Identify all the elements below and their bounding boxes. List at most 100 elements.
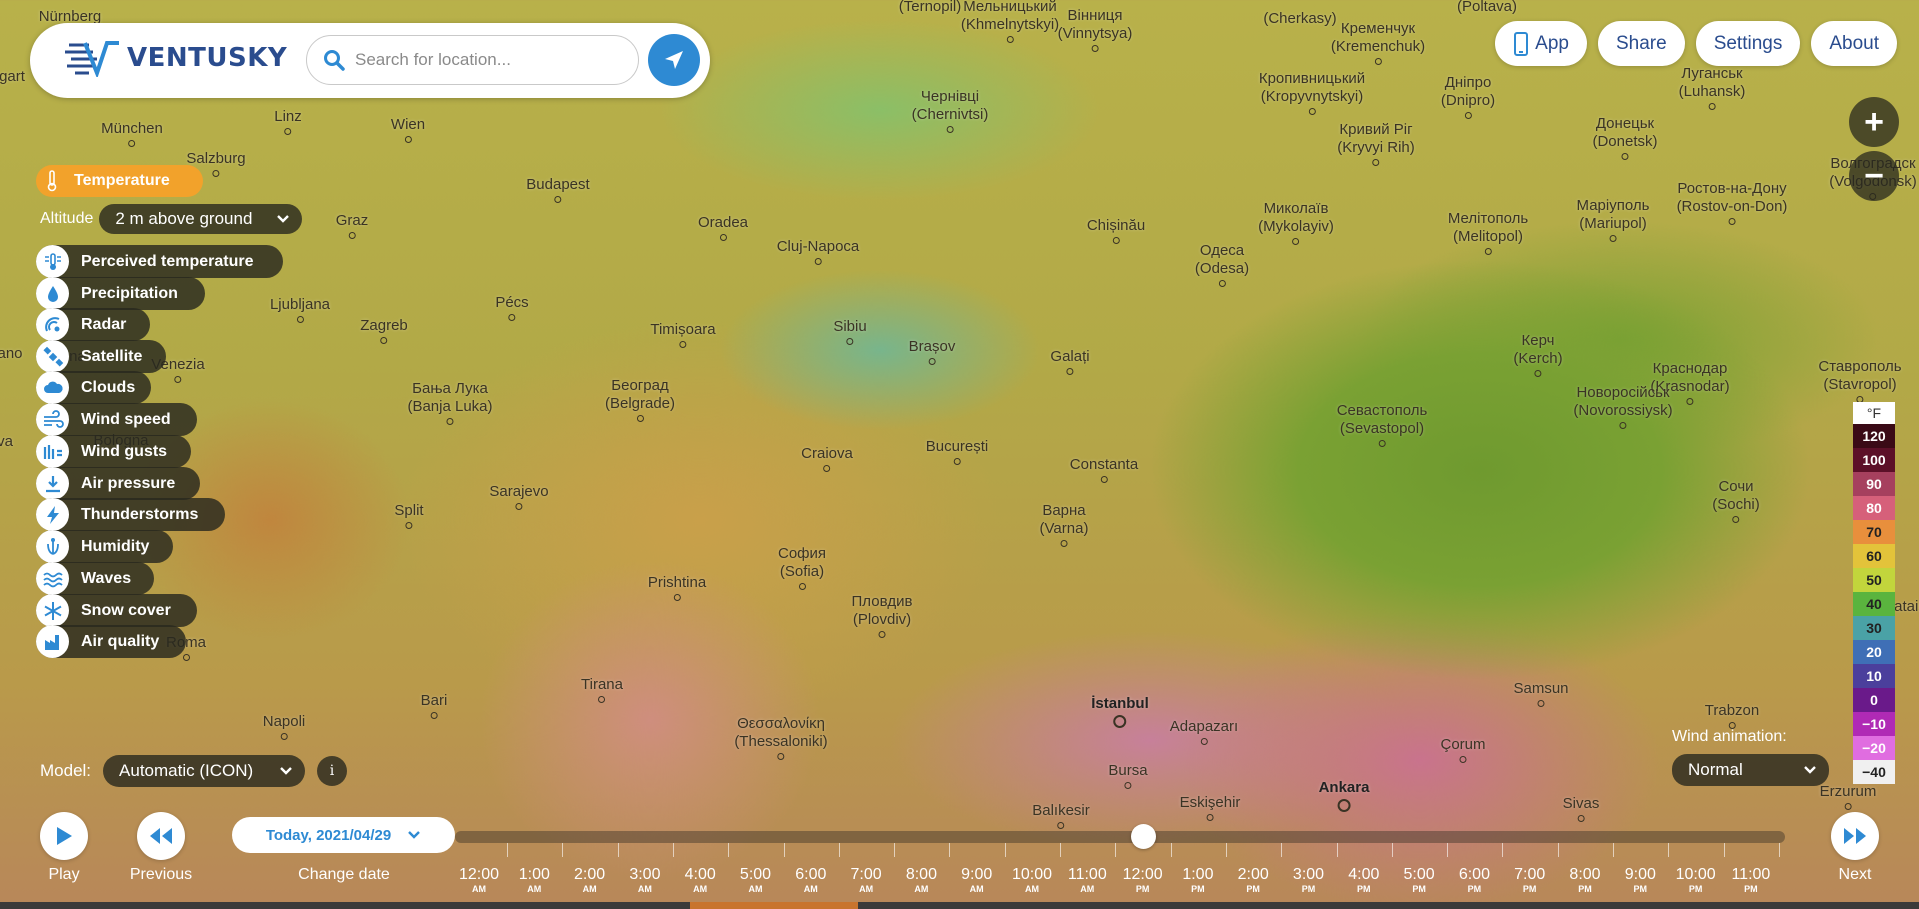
timeline-hour[interactable]: 9:00 AM	[961, 866, 992, 894]
layer-radar[interactable]: Radar	[36, 308, 150, 341]
city-label: Adapazarı	[1170, 718, 1238, 745]
city-dot-icon	[1308, 108, 1316, 115]
timeline-hour[interactable]: 11:00 PM	[1731, 866, 1770, 894]
city-dot-icon	[1100, 476, 1108, 483]
layer-snow-cover[interactable]: Snow cover	[36, 594, 197, 627]
city-name: gart	[0, 68, 25, 85]
settings-button[interactable]: Settings	[1695, 21, 1801, 66]
city-label: Tirana	[581, 676, 623, 703]
zoom-out-button[interactable]: −	[1849, 151, 1899, 201]
city-label: gart	[0, 68, 25, 86]
layer-label: Radar	[81, 315, 127, 333]
city-name: Craiova	[801, 445, 853, 462]
timeline-tick	[1557, 843, 1559, 857]
logo[interactable]: VENTUSKY	[63, 39, 287, 77]
app-button[interactable]: App	[1495, 21, 1587, 66]
previous-button[interactable]	[137, 812, 185, 860]
city-dot-icon	[380, 337, 388, 344]
hour-ampm: PM	[1688, 884, 1703, 894]
city-label: Варна (Varna)	[1039, 502, 1089, 547]
temperature-legend[interactable]: °F 120 100 90 80 70 60 50 40 30 20 10 0 −10 −20 −40	[1853, 402, 1895, 784]
timeline-hour[interactable]: 12:00 PM	[1123, 866, 1163, 894]
timeline-tick	[1170, 843, 1172, 857]
timeline-hour[interactable]: 11:00 AM	[1068, 866, 1107, 894]
timeline-hour[interactable]: 3:00 PM	[1293, 866, 1324, 894]
timeline-hour[interactable]: 7:00 PM	[1514, 866, 1545, 894]
share-button[interactable]: Share	[1597, 21, 1685, 66]
search-box[interactable]	[306, 35, 639, 85]
timeline-hour[interactable]: 1:00 PM	[1182, 866, 1213, 894]
timeline-hour[interactable]: 6:00 AM	[795, 866, 826, 894]
layer-perceived-temperature[interactable]: Perceived temperature	[36, 245, 283, 278]
altitude-select[interactable]: 2 m above ground	[99, 204, 303, 234]
city-dot-icon	[814, 258, 822, 265]
timeline-hour[interactable]: 7:00 AM	[851, 866, 882, 894]
city-dot-icon	[679, 341, 687, 348]
layer-satellite[interactable]: Satellite	[36, 340, 166, 373]
timeline-track[interactable]	[455, 831, 1785, 843]
city-dot-icon	[1609, 235, 1617, 242]
city-dot-icon	[1218, 280, 1226, 287]
city-label: Prishtina	[648, 574, 706, 601]
timeline-thumb[interactable]	[1130, 824, 1156, 849]
city-name: Galați	[1050, 348, 1090, 365]
city-dot-icon	[1200, 738, 1208, 745]
search-input[interactable]	[355, 50, 625, 70]
legend-step: −10	[1853, 712, 1895, 736]
layer-humidity[interactable]: Humidity	[36, 530, 173, 563]
city-name: Београд (Belgrade)	[604, 377, 676, 412]
city-name: Sibiu	[833, 318, 867, 335]
timeline-hour[interactable]: 6:00 PM	[1459, 866, 1490, 894]
timeline-hour[interactable]: 1:00 AM	[519, 866, 550, 894]
layer-clouds[interactable]: Clouds	[36, 371, 151, 404]
timeline-hour[interactable]: 5:00 AM	[740, 866, 771, 894]
city-name: Варна (Varna)	[1039, 502, 1089, 537]
layer-waves[interactable]: Waves	[36, 562, 154, 595]
model-info-button[interactable]: i	[317, 756, 348, 786]
rewind-icon	[150, 828, 172, 844]
timeline-hour[interactable]: 4:00 PM	[1348, 866, 1379, 894]
city-label: Пловдив (Plovdiv)	[852, 593, 912, 638]
zoom-in-button[interactable]: +	[1849, 97, 1899, 147]
city-dot-icon	[928, 358, 936, 365]
hour-time: 7:00	[850, 866, 882, 883]
timeline-hour[interactable]: 5:00 PM	[1404, 866, 1435, 894]
timeline-hour[interactable]: 4:00 AM	[685, 866, 716, 894]
timeline-hour[interactable]: 2:00 PM	[1238, 866, 1269, 894]
next-button[interactable]	[1831, 812, 1879, 860]
layer-wind-speed[interactable]: Wind speed	[36, 403, 197, 436]
timeline-hour[interactable]: 12:00 AM	[459, 866, 499, 894]
timeline-hour[interactable]: 3:00 AM	[629, 866, 660, 894]
layer-temperature[interactable]: Temperature	[36, 165, 203, 197]
layer-wind-gusts[interactable]: Wind gusts	[36, 435, 191, 468]
model-select[interactable]: Automatic (ICON)	[103, 755, 306, 787]
city-name: Erzurum	[1819, 783, 1877, 800]
layer-air-pressure[interactable]: Air pressure	[36, 467, 200, 500]
timeline-hour[interactable]: 2:00 AM	[574, 866, 605, 894]
date-select[interactable]: Today, 2021/04/29	[232, 817, 455, 853]
timeline-hour[interactable]: 8:00 PM	[1569, 866, 1600, 894]
city-dot-icon	[846, 338, 854, 345]
timeline-hour[interactable]: 8:00 AM	[906, 866, 937, 894]
search-icon	[324, 50, 345, 71]
play-button[interactable]	[40, 812, 88, 860]
city-label: Cluj-Napoca	[777, 238, 859, 265]
layer-air-quality[interactable]: Air quality	[36, 625, 186, 658]
timeline-hour[interactable]: 10:00 PM	[1676, 866, 1716, 894]
city-name: Сочи (Sochi)	[1712, 478, 1760, 513]
timeline-hour[interactable]: 10:00 AM	[1012, 866, 1052, 894]
timeline-tick	[1447, 843, 1449, 857]
city-label: München	[101, 120, 163, 147]
timeline-hour[interactable]: 9:00 PM	[1625, 866, 1656, 894]
city-label: İstanbul	[1091, 695, 1149, 728]
about-button[interactable]: About	[1811, 21, 1897, 66]
previous-label: Previous	[129, 866, 193, 883]
layer-thunderstorms[interactable]: Thunderstorms	[36, 498, 225, 531]
city-name: Prishtina	[647, 574, 707, 591]
locate-button[interactable]	[648, 34, 700, 86]
wind-animation-select[interactable]: Normal	[1672, 754, 1829, 786]
city-label: atais	[1894, 598, 1919, 616]
date-value: Today, 2021/04/29	[265, 826, 392, 844]
layer-precipitation[interactable]: Precipitation	[36, 277, 205, 310]
legend-step: 30	[1853, 616, 1895, 640]
